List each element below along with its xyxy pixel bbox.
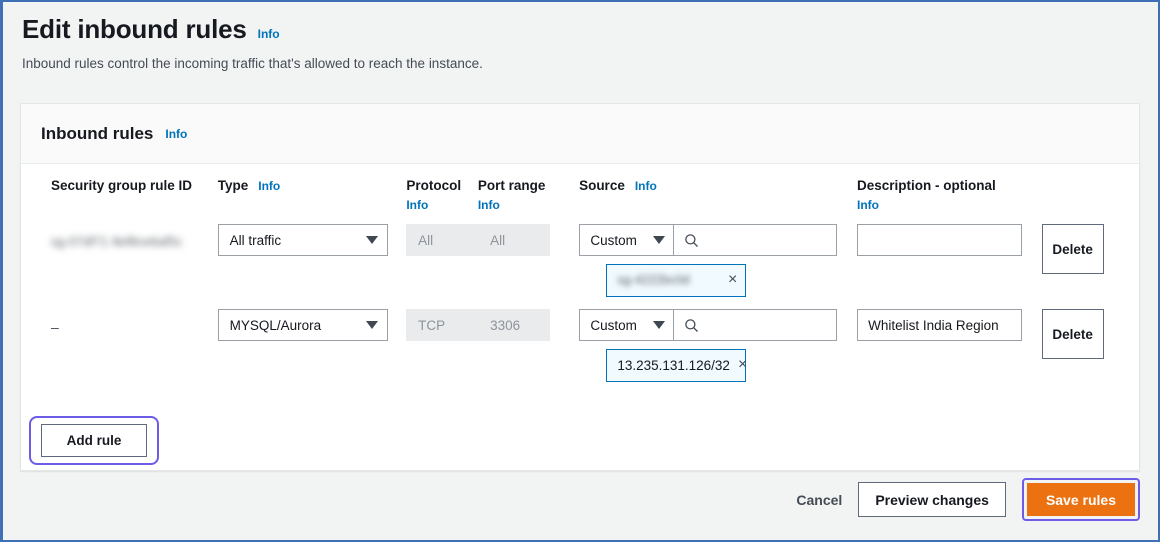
page-title-info-link[interactable]: Info bbox=[258, 27, 280, 41]
card-title: Inbound rules bbox=[41, 123, 154, 143]
protocol-value: TCP bbox=[418, 317, 446, 333]
cell-delete: Delete bbox=[1041, 309, 1121, 359]
preview-changes-button[interactable]: Preview changes bbox=[858, 482, 1006, 517]
close-icon[interactable]: × bbox=[728, 271, 737, 288]
edit-inbound-rules-page: Edit inbound rules Info Inbound rules co… bbox=[0, 0, 1160, 542]
cell-description bbox=[857, 224, 1042, 256]
port-range-field: All bbox=[478, 224, 551, 256]
cell-rule-id: sg-07df71 8ef8ce6af5c bbox=[39, 224, 218, 249]
col-header-source-info-link[interactable]: Info bbox=[635, 179, 657, 193]
table-row: – MYSQL/Aurora TCP 3306 Custom 13.235.13… bbox=[39, 309, 1121, 382]
source-type-value: Custom bbox=[590, 317, 637, 333]
source-type-select[interactable]: Custom bbox=[579, 309, 674, 341]
description-value: Whitelist India Region bbox=[868, 317, 999, 333]
source-token[interactable]: sg-4222bc0d × bbox=[606, 264, 747, 297]
type-select-value: MYSQL/Aurora bbox=[229, 317, 322, 333]
port-range-value: All bbox=[490, 232, 506, 248]
col-header-description-label: Description - optional bbox=[856, 178, 996, 193]
add-rule-focus-ring: Add rule bbox=[29, 416, 159, 465]
source-type-select[interactable]: Custom bbox=[579, 224, 674, 256]
close-icon[interactable]: × bbox=[738, 356, 747, 373]
table-header-row: Security group rule ID Type Info Protoco… bbox=[39, 164, 1121, 212]
description-input[interactable]: Whitelist India Region bbox=[857, 309, 1023, 341]
col-header-protocol: Protocol Info bbox=[406, 178, 477, 212]
col-header-description: Description - optional Info bbox=[857, 178, 1042, 212]
col-header-description-info-link[interactable]: Info bbox=[857, 198, 879, 212]
page-title-row: Edit inbound rules Info bbox=[22, 14, 1138, 45]
page-title: Edit inbound rules bbox=[22, 14, 247, 44]
cell-protocol: TCP bbox=[406, 309, 479, 341]
source-type-value: Custom bbox=[590, 232, 637, 248]
col-header-port-range-info-link[interactable]: Info bbox=[478, 198, 500, 212]
delete-button[interactable]: Delete bbox=[1041, 309, 1104, 359]
col-header-type: Type Info bbox=[218, 178, 407, 193]
rule-id-value: – bbox=[51, 319, 59, 335]
rule-id-value-redacted: sg-07df71 8ef8ce6af5c bbox=[51, 235, 183, 249]
add-rule-button[interactable]: Add rule bbox=[41, 424, 147, 457]
cell-port-range: All bbox=[478, 224, 579, 256]
type-select[interactable]: MYSQL/Aurora bbox=[217, 309, 388, 341]
card-header: Inbound rules Info bbox=[21, 104, 1139, 164]
inbound-rules-card: Inbound rules Info Security group rule I… bbox=[20, 103, 1140, 471]
source-search-input[interactable] bbox=[673, 224, 838, 256]
cell-source: Custom 13.235.131.126/32 × bbox=[579, 309, 857, 382]
table-row: sg-07df71 8ef8ce6af5c All traffic All Al… bbox=[39, 224, 1121, 297]
col-header-type-info-link[interactable]: Info bbox=[258, 179, 280, 193]
col-header-type-label: Type bbox=[217, 178, 249, 193]
source-token[interactable]: 13.235.131.126/32 × bbox=[606, 349, 747, 382]
protocol-field: TCP bbox=[406, 309, 479, 341]
source-token-label-redacted: sg-4222bc0d bbox=[617, 273, 690, 287]
port-range-field: 3306 bbox=[478, 309, 551, 341]
chevron-down-icon bbox=[653, 321, 666, 329]
rules-table: Security group rule ID Type Info Protoco… bbox=[21, 164, 1139, 382]
protocol-value: All bbox=[418, 232, 434, 248]
card-title-info-link[interactable]: Info bbox=[165, 127, 187, 141]
col-header-rule-id: Security group rule ID bbox=[51, 178, 193, 193]
chevron-down-icon bbox=[653, 236, 666, 244]
search-icon bbox=[685, 233, 699, 247]
cell-delete: Delete bbox=[1041, 224, 1121, 274]
source-search-input[interactable] bbox=[673, 309, 838, 341]
type-select[interactable]: All traffic bbox=[217, 224, 388, 256]
cell-type: All traffic bbox=[217, 224, 406, 256]
protocol-field: All bbox=[406, 224, 479, 256]
col-header-protocol-label: Protocol bbox=[406, 178, 462, 193]
page-header: Edit inbound rules Info Inbound rules co… bbox=[0, 0, 1160, 71]
type-select-value: All traffic bbox=[229, 232, 282, 248]
cell-rule-id: – bbox=[39, 309, 218, 335]
page-subtitle: Inbound rules control the incoming traff… bbox=[22, 56, 483, 71]
save-rules-focus-ring: Save rules bbox=[1021, 478, 1140, 521]
delete-button[interactable]: Delete bbox=[1041, 224, 1104, 274]
chevron-down-icon bbox=[365, 236, 378, 244]
col-header-port-range: Port range Info bbox=[478, 178, 579, 212]
footer-actions: Cancel Preview changes Save rules bbox=[20, 478, 1140, 521]
cell-port-range: 3306 bbox=[478, 309, 579, 341]
col-header-source-label: Source bbox=[579, 178, 625, 193]
chevron-down-icon bbox=[365, 321, 378, 329]
port-range-value: 3306 bbox=[490, 317, 521, 333]
col-header-source: Source Info bbox=[579, 178, 857, 193]
cell-protocol: All bbox=[406, 224, 479, 256]
description-input[interactable] bbox=[857, 224, 1023, 256]
cancel-button[interactable]: Cancel bbox=[796, 492, 842, 508]
source-controls: Custom bbox=[579, 224, 857, 256]
cell-description: Whitelist India Region bbox=[857, 309, 1042, 341]
cell-type: MYSQL/Aurora bbox=[217, 309, 406, 341]
col-header-protocol-info-link[interactable]: Info bbox=[406, 198, 428, 212]
col-header-port-range-label: Port range bbox=[477, 178, 546, 193]
save-rules-button[interactable]: Save rules bbox=[1026, 483, 1135, 516]
cell-source: Custom sg-4222bc0d × bbox=[579, 224, 857, 297]
search-icon bbox=[685, 318, 699, 332]
source-token-label: 13.235.131.126/32 bbox=[617, 358, 730, 373]
source-controls: Custom bbox=[579, 309, 857, 341]
